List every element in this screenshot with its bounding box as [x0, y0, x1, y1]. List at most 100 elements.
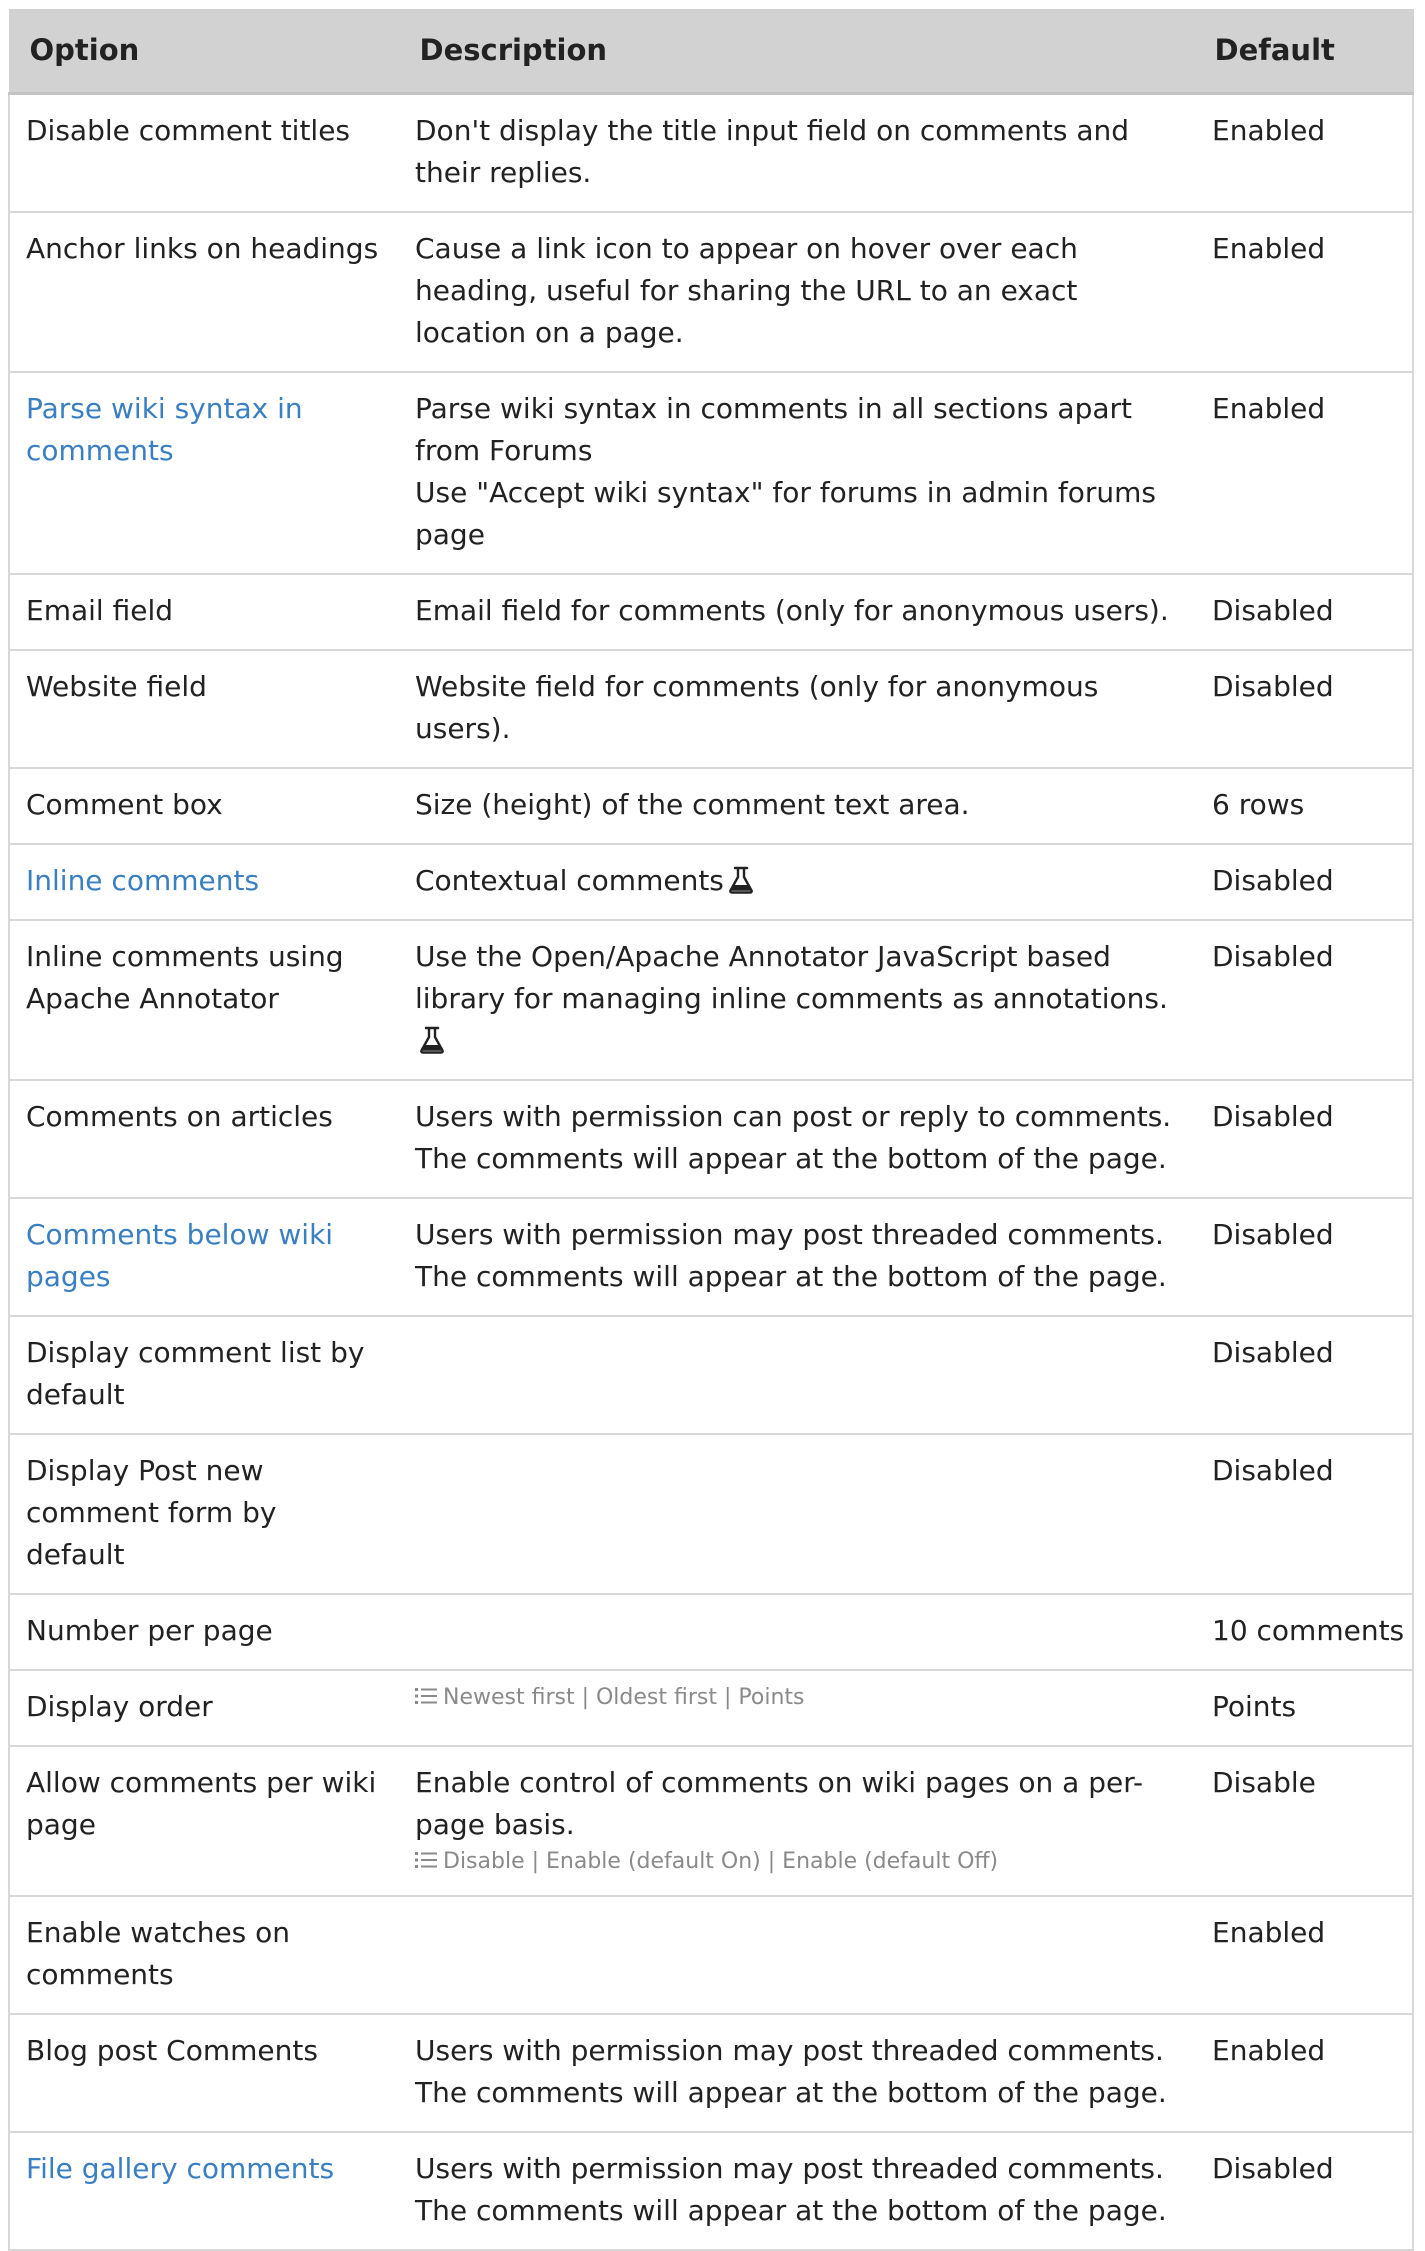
description-line: Users with permission can post or reply … [415, 1096, 1186, 1180]
option-label: Display order [26, 1689, 213, 1723]
description-text: Users with permission may post threaded … [415, 2033, 1167, 2109]
description-line: Don't display the title input field on c… [415, 110, 1186, 194]
description-cell [399, 1593, 1196, 1671]
default-value: Disabled [1212, 669, 1334, 703]
header-description: Description [398, 9, 1197, 95]
default-cell: Disabled [1196, 1197, 1414, 1317]
table-row: Comments below wiki pages Users with perm… [8, 1197, 1414, 1317]
description-cell [399, 1433, 1196, 1595]
default-value: Enabled [1212, 231, 1326, 265]
option-label: Allow comments per wiki page [26, 1765, 377, 1841]
option-label: Comments on articles [26, 1099, 333, 1133]
option-label: Comment box [26, 787, 223, 821]
table-row: Inline comments Contextual comments Disabl… [8, 843, 1414, 921]
default-value: Disabled [1212, 593, 1334, 627]
description-cell: Parse wiki syntax in comments in all sec… [399, 371, 1196, 575]
flask-icon [729, 866, 753, 894]
description-cell: Users with permission may post threaded … [399, 1197, 1196, 1317]
description-cell [399, 1315, 1196, 1435]
table-row: Blog post Comments Users with permission … [8, 2013, 1414, 2133]
table-row: File gallery comments Users with permissi… [8, 2131, 1414, 2251]
option-label: Display Post new comment form by default [26, 1453, 277, 1571]
default-cell: Enabled [1196, 93, 1414, 213]
option-link[interactable]: File gallery comments [26, 2152, 334, 2185]
description-cell: Contextual comments [399, 843, 1196, 921]
description-text: Users with permission may post threaded … [415, 1217, 1167, 1293]
description-text: Users with permission can post or reply … [415, 1099, 1172, 1175]
table-row: Enable watches on comments Enabled [8, 1895, 1414, 2015]
option-label: Website field [26, 669, 207, 703]
option-link[interactable]: Parse wiki syntax in comments [26, 392, 303, 467]
option-cell: Disable comment titles [8, 93, 399, 213]
option-link[interactable]: Comments below wiki pages [26, 1218, 333, 1293]
list-icon [415, 1851, 437, 1868]
option-cell: File gallery comments [8, 2131, 399, 2251]
table-row: Website field Website field for comments … [8, 649, 1414, 769]
description-cell: Users with permission may post threaded … [399, 2131, 1196, 2251]
description-text: Contextual comments [415, 863, 724, 897]
option-label: Anchor links on headings [26, 231, 379, 265]
default-value: Enabled [1212, 1915, 1326, 1949]
default-cell: 6 rows [1196, 767, 1414, 845]
table-row: Number per page 10 comments [8, 1593, 1414, 1671]
description-cell: Newest first | Oldest first | Points [399, 1669, 1196, 1747]
description-line: Users with permission may post threaded … [415, 2030, 1186, 2114]
default-cell: Disabled [1196, 1433, 1414, 1595]
option-cell: Number per page [8, 1593, 399, 1671]
option-label: Enable watches on comments [26, 1915, 291, 1991]
description-cell: Website field for comments (only for ano… [399, 649, 1196, 769]
option-link[interactable]: Inline comments [26, 864, 259, 897]
description-text: Use "Accept wiki syntax" for forums in a… [415, 475, 1156, 551]
description-text: Website field for comments (only for ano… [415, 669, 1099, 745]
option-cell: Inline comments using Apache Annotator [8, 919, 399, 1081]
option-cell: Allow comments per wiki page [8, 1745, 399, 1897]
default-value: Disabled [1212, 1453, 1334, 1487]
description-cell [399, 1895, 1196, 2015]
option-cell: Email field [8, 573, 399, 651]
description-line: Users with permission may post threaded … [415, 2148, 1186, 2232]
default-value: Disable [1212, 1765, 1316, 1799]
choices-text: Disable | Enable (default On) | Enable (… [443, 1848, 999, 1874]
description-cell: Don't display the title input field on c… [399, 93, 1196, 213]
default-cell: Enabled [1196, 1895, 1414, 2015]
description-text: Size (height) of the comment text area. [415, 787, 970, 821]
table-row: Comment box Size (height) of the comment … [8, 767, 1414, 845]
description-text: Enable control of comments on wiki pages… [415, 1765, 1144, 1841]
table-row: Display order Newest first | Oldest first… [8, 1669, 1414, 1747]
option-label: Email field [26, 593, 173, 627]
description-line: Use the Open/Apache Annotator JavaScript… [415, 936, 1186, 1062]
header-default: Default [1195, 9, 1414, 95]
default-value: Enabled [1212, 391, 1326, 425]
default-value: 10 comments [1212, 1613, 1405, 1647]
description-cell: Email field for comments (only for anony… [399, 573, 1196, 651]
default-value: Disabled [1212, 863, 1334, 897]
description-text: Use the Open/Apache Annotator JavaScript… [415, 939, 1168, 1015]
option-cell: Inline comments [8, 843, 399, 921]
table-row: Email field Email field for comments (onl… [8, 573, 1414, 651]
table-row: Allow comments per wiki page Enable contr… [8, 1745, 1414, 1897]
default-cell: Enabled [1196, 371, 1414, 575]
default-cell: 10 comments [1196, 1593, 1414, 1671]
description-line: Website field for comments (only for ano… [415, 666, 1186, 750]
default-cell: Disabled [1196, 573, 1414, 651]
table-header-row: Option Description Default [8, 9, 1414, 95]
description-cell: Users with permission can post or reply … [399, 1079, 1196, 1199]
default-value: Enabled [1212, 113, 1326, 147]
default-cell: Disabled [1196, 2131, 1414, 2251]
default-value: Disabled [1212, 1099, 1334, 1133]
option-label: Inline comments using Apache Annotator [26, 939, 344, 1015]
table-row: Disable comment titles Don't display the … [8, 93, 1414, 213]
default-cell: Enabled [1196, 2013, 1414, 2133]
preferences-table-wrapper: Option Description Default Disable comme… [8, 9, 1414, 2251]
choices-list: Newest first | Oldest first | Points [415, 1682, 1186, 1714]
default-cell: Disabled [1196, 919, 1414, 1081]
option-cell: Comment box [8, 767, 399, 845]
table-row: Inline comments using Apache Annotator Us… [8, 919, 1414, 1081]
description-line: Use "Accept wiki syntax" for forums in a… [415, 472, 1186, 556]
option-cell: Display order [8, 1669, 399, 1747]
option-cell: Display comment list by default [8, 1315, 399, 1435]
table-row: Anchor links on headings Cause a link ico… [8, 211, 1414, 373]
option-cell: Website field [8, 649, 399, 769]
option-label: Disable comment titles [26, 113, 351, 147]
description-cell: Use the Open/Apache Annotator JavaScript… [399, 919, 1196, 1081]
